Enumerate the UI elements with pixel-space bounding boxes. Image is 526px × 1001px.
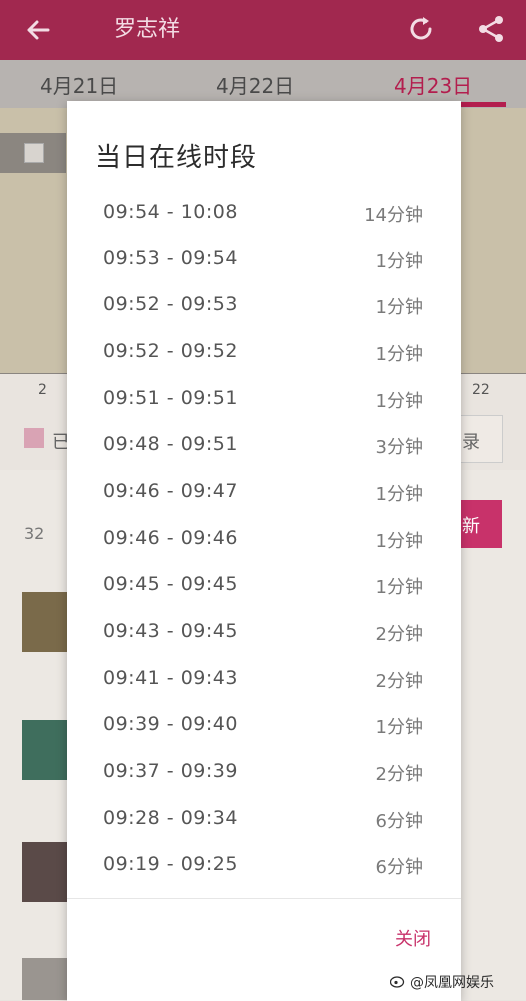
list-item: 09:37 - 09:39 2分钟 [103,760,423,790]
session-duration: 1分钟 [375,717,423,738]
session-duration: 1分钟 [375,344,423,365]
axis-label-end: 22 [472,382,490,398]
dialog-title: 当日在线时段 [95,143,258,173]
list-item: 09:54 - 10:08 14分钟 [103,201,423,231]
list-item: 09:46 - 09:46 1分钟 [103,527,423,557]
avatar [22,720,70,780]
session-range: 09:45 - 09:45 [103,573,238,595]
session-range: 09:39 - 09:40 [103,713,238,735]
app-header: 罗志祥 [0,0,526,60]
session-range: 09:28 - 09:34 [103,807,238,829]
legend-swatch [24,428,44,448]
arrow-left-icon[interactable] [22,14,54,46]
chart-legend-checkbox [24,143,44,163]
list-item: 09:19 - 09:25 6分钟 [103,853,423,883]
dialog-divider [67,898,461,899]
watermark: @凤凰网娱乐 [410,975,494,991]
session-range: 09:46 - 09:46 [103,527,238,549]
list-item: 09:41 - 09:43 2分钟 [103,667,423,697]
session-duration: 6分钟 [375,811,423,832]
session-range: 09:52 - 09:53 [103,293,238,315]
list-item: 09:45 - 09:45 1分钟 [103,573,423,603]
session-range: 09:51 - 09:51 [103,387,238,409]
refresh-icon[interactable] [404,12,438,46]
session-range: 09:37 - 09:39 [103,760,238,782]
close-button[interactable]: 关闭 [395,925,431,951]
session-range: 09:54 - 10:08 [103,201,238,223]
refresh-button-label: 新 [462,516,480,537]
tab-apr-23[interactable]: 4月23日 [394,70,472,99]
weibo-icon [390,976,405,988]
share-icon[interactable] [474,12,508,46]
list-item: 09:46 - 09:47 1分钟 [103,480,423,510]
session-range: 09:48 - 09:51 [103,433,238,455]
session-duration: 6分钟 [375,857,423,878]
session-duration: 1分钟 [375,577,423,598]
record-count: 32 [24,524,45,543]
list-item: 09:52 - 09:53 1分钟 [103,293,423,323]
record-label: 录 [462,432,480,453]
session-duration: 1分钟 [375,484,423,505]
session-duration: 2分钟 [375,764,423,785]
session-range: 09:19 - 09:25 [103,853,238,875]
session-range: 09:52 - 09:52 [103,340,238,362]
list-item: 09:28 - 09:34 6分钟 [103,807,423,837]
tab-apr-21[interactable]: 4月21日 [40,70,118,99]
session-duration: 1分钟 [375,391,423,412]
session-duration: 1分钟 [375,531,423,552]
online-periods-dialog: 当日在线时段 09:54 - 10:08 14分钟 09:53 - 09:54 … [67,101,461,1001]
session-duration: 1分钟 [375,297,423,318]
session-range: 09:46 - 09:47 [103,480,238,502]
avatar [22,958,70,1000]
page-title: 罗志祥 [114,17,181,42]
session-duration: 2分钟 [375,624,423,645]
session-range: 09:53 - 09:54 [103,247,238,269]
list-item: 09:52 - 09:52 1分钟 [103,340,423,370]
session-duration: 1分钟 [375,251,423,272]
list-item: 09:51 - 09:51 1分钟 [103,387,423,417]
tab-apr-22[interactable]: 4月22日 [216,70,294,99]
list-item: 09:39 - 09:40 1分钟 [103,713,423,743]
axis-label-start: 2 [38,382,47,398]
list-item: 09:43 - 09:45 2分钟 [103,620,423,650]
avatar [22,592,70,652]
session-range: 09:41 - 09:43 [103,667,238,689]
list-item: 09:53 - 09:54 1分钟 [103,247,423,277]
session-range: 09:43 - 09:45 [103,620,238,642]
avatar [22,842,70,902]
session-duration: 14分钟 [364,205,423,226]
session-duration: 2分钟 [375,671,423,692]
list-item: 09:48 - 09:51 3分钟 [103,433,423,463]
session-duration: 3分钟 [375,437,423,458]
